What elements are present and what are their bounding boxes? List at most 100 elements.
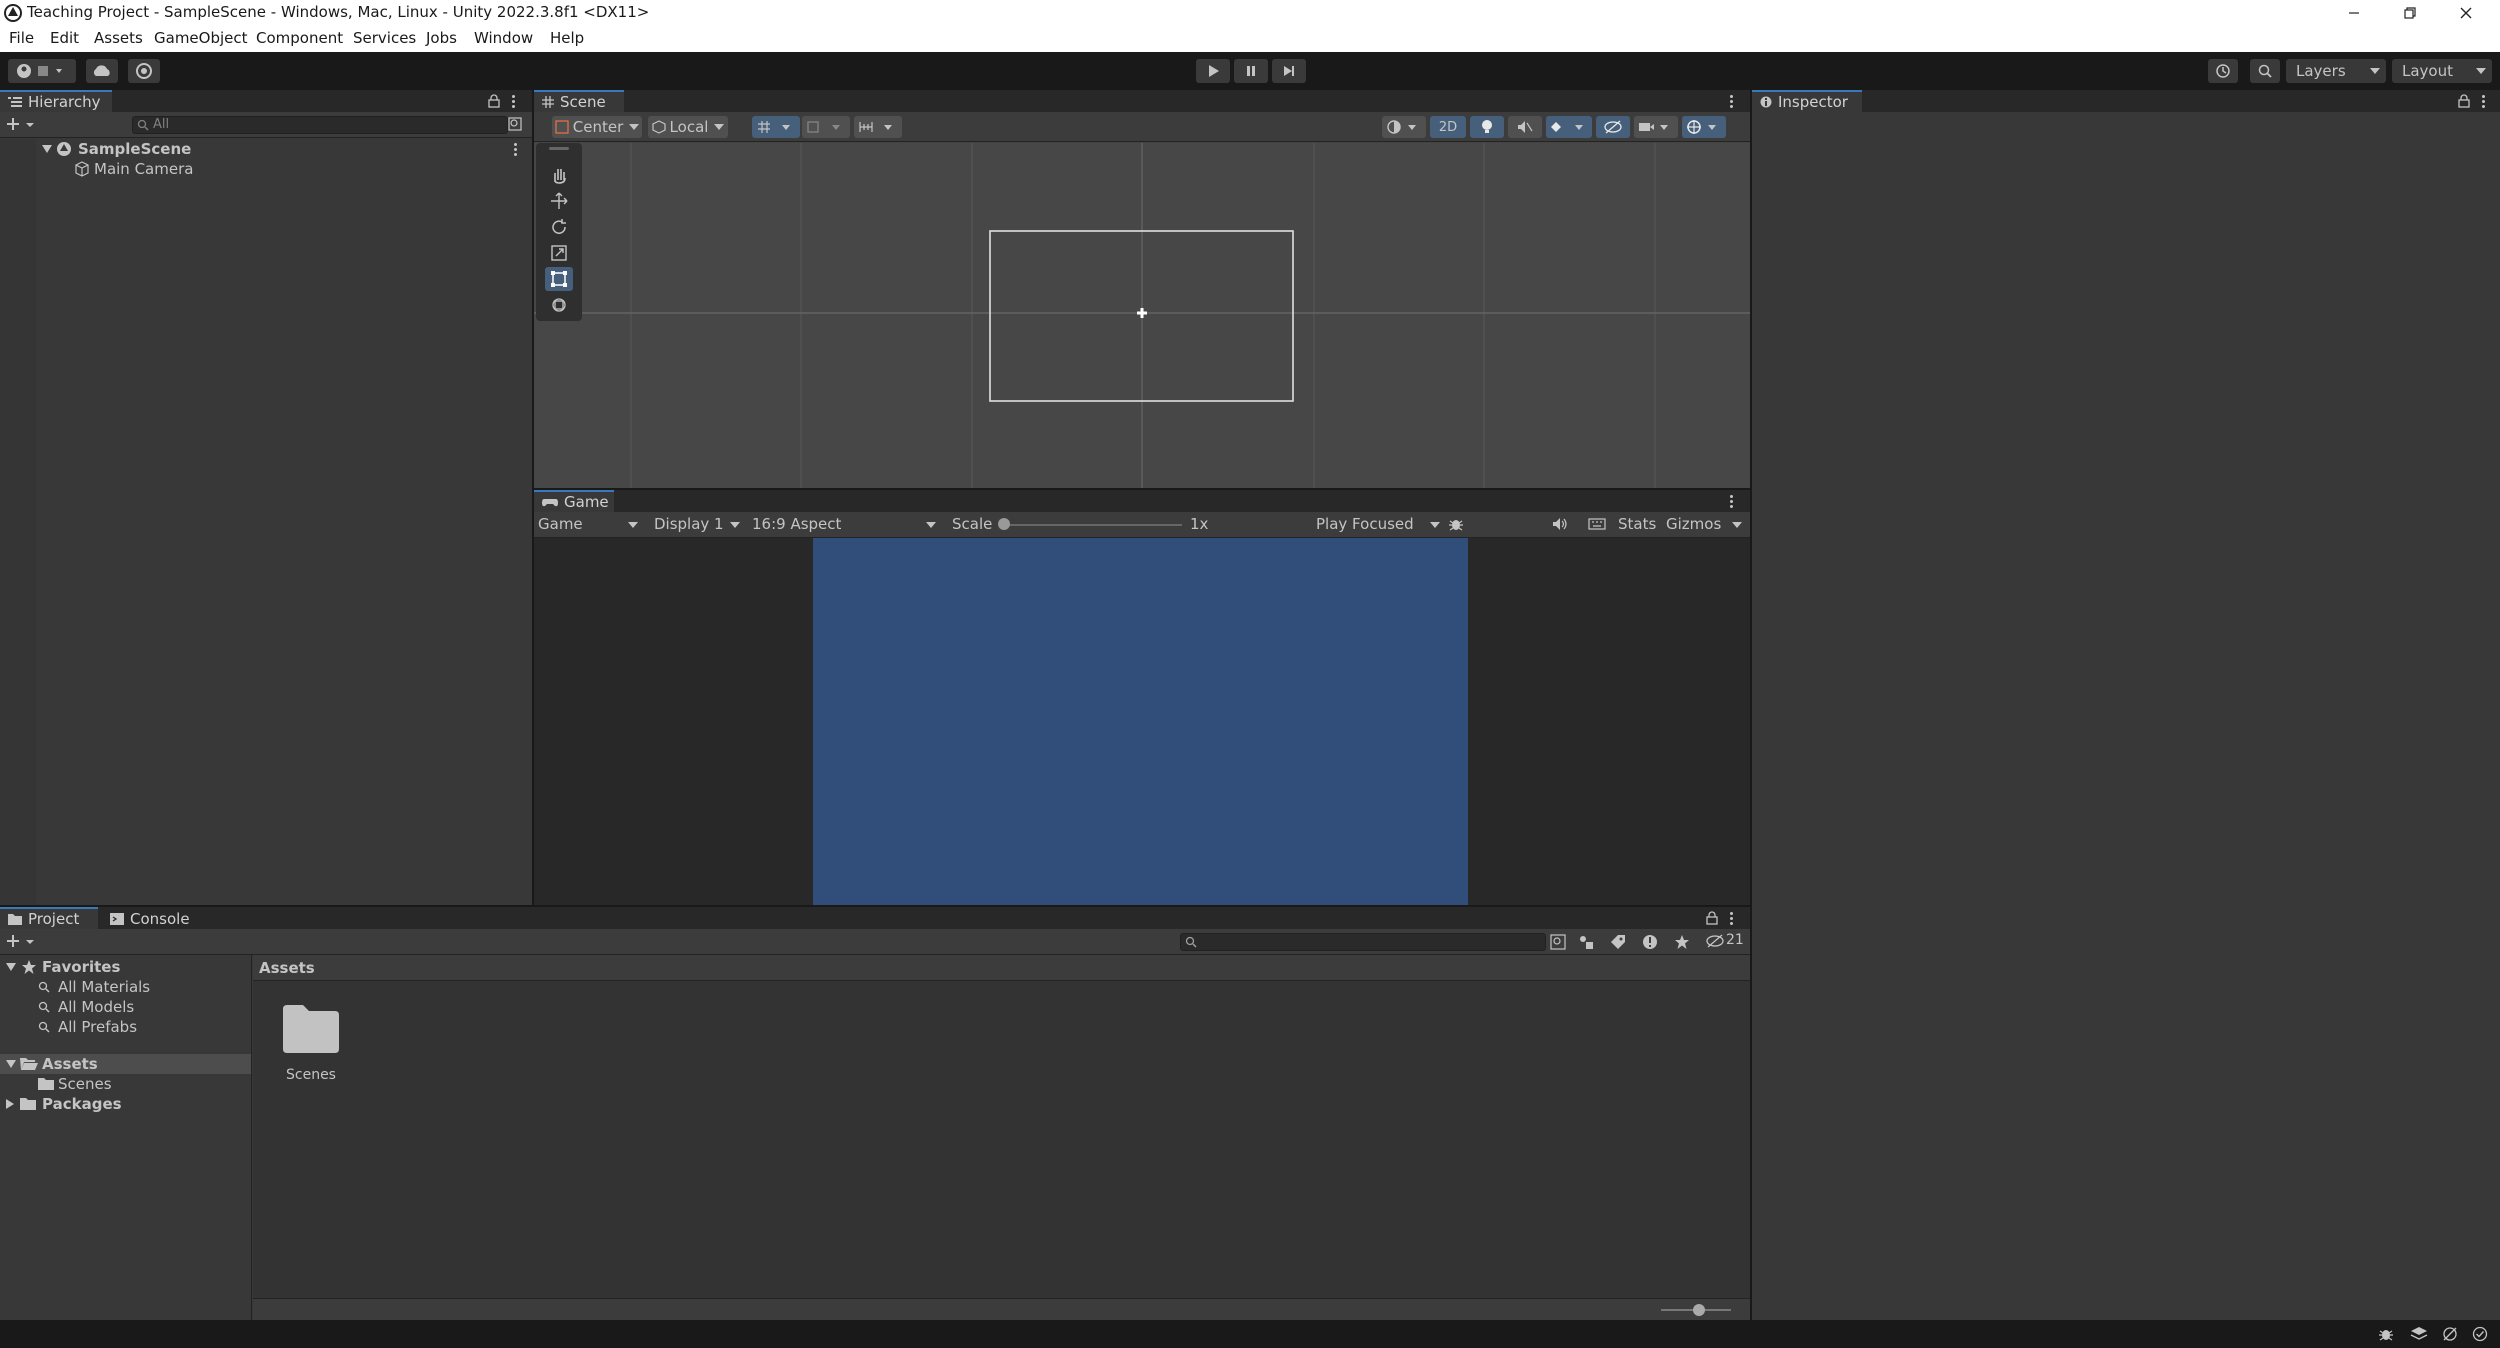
asset-item-scenes[interactable]: Scenes <box>273 995 373 1085</box>
tree-row-favorite[interactable]: All Models <box>0 997 251 1017</box>
project-search-input[interactable] <box>1180 933 1546 951</box>
menu-services[interactable]: Services <box>353 29 416 47</box>
scale-tool-icon[interactable] <box>545 241 573 265</box>
tree-row-packages[interactable]: Packages <box>0 1094 251 1114</box>
expand-arrow-icon[interactable] <box>6 1060 16 1068</box>
tab-scene[interactable]: Scene <box>534 90 624 112</box>
hidden-packages-icon[interactable] <box>1706 934 1724 948</box>
kebab-menu-icon[interactable] <box>514 143 518 156</box>
menu-edit[interactable]: Edit <box>50 29 79 47</box>
play-mode-dropdown[interactable]: Play Focused <box>1316 515 1414 533</box>
create-add-button[interactable] <box>6 116 36 132</box>
tree-row-scene[interactable]: SampleScene <box>0 139 532 159</box>
kebab-menu-icon[interactable] <box>1730 912 1734 925</box>
aspect-dropdown[interactable]: 16:9 Aspect <box>752 515 841 533</box>
expand-arrow-icon[interactable] <box>42 145 52 153</box>
rotate-tool-icon[interactable] <box>545 215 573 239</box>
menu-assets[interactable]: Assets <box>94 29 143 47</box>
menu-help[interactable]: Help <box>550 29 584 47</box>
close-window-button[interactable] <box>2438 0 2494 26</box>
restore-button[interactable] <box>2382 0 2438 26</box>
gizmos-button[interactable]: Gizmos <box>1666 515 1721 533</box>
tree-row-scenes-folder[interactable]: Scenes <box>0 1074 251 1094</box>
move-tool-icon[interactable] <box>545 189 573 213</box>
menu-file[interactable]: File <box>9 29 34 47</box>
keyboard-shortcuts-icon[interactable] <box>1588 517 1606 531</box>
increment-snap-button[interactable] <box>854 116 902 138</box>
lock-icon[interactable] <box>2458 94 2470 108</box>
draw-mode-button[interactable] <box>1382 116 1426 138</box>
tree-row-favorite[interactable]: All Materials <box>0 977 251 997</box>
lock-icon[interactable] <box>1706 911 1718 925</box>
tab-console[interactable]: Console <box>102 907 202 929</box>
kebab-menu-icon[interactable] <box>1730 495 1734 508</box>
menu-window[interactable]: Window <box>474 29 533 47</box>
lock-icon[interactable] <box>488 94 500 108</box>
minimize-button[interactable] <box>2326 0 2382 26</box>
filter-by-type-icon[interactable] <box>1578 934 1594 950</box>
tree-row-favorite[interactable]: All Prefabs <box>0 1017 251 1037</box>
log-types-icon[interactable] <box>1642 934 1658 950</box>
menu-jobs[interactable]: Jobs <box>426 29 457 47</box>
cloud-icon[interactable] <box>86 59 118 83</box>
play-button[interactable] <box>1196 59 1230 83</box>
layers-dropdown[interactable]: Layers <box>2286 59 2386 83</box>
collab-icon[interactable] <box>128 59 160 83</box>
effects-dropdown-icon[interactable] <box>1546 116 1592 138</box>
hand-tool-icon[interactable] <box>545 163 573 187</box>
expand-arrow-icon[interactable] <box>6 963 16 971</box>
lighting-status-icon[interactable] <box>2442 1326 2458 1342</box>
mute-audio-icon[interactable] <box>1552 517 1568 531</box>
search-icon[interactable] <box>2250 59 2280 83</box>
scale-slider-handle[interactable] <box>998 518 1010 530</box>
scene-viewport[interactable] <box>534 143 1750 488</box>
audio-toggle-icon[interactable] <box>1508 116 1542 138</box>
rect-tool-icon[interactable] <box>545 267 573 291</box>
progress-layers-icon[interactable] <box>2410 1326 2428 1342</box>
pivot-center-dropdown[interactable]: Center <box>552 116 642 138</box>
game-viewport[interactable] <box>534 538 1750 905</box>
tab-game[interactable]: Game <box>534 490 614 512</box>
favorite-star-icon[interactable] <box>1674 934 1690 950</box>
tab-project[interactable]: Project <box>0 907 98 929</box>
breadcrumb-assets[interactable]: Assets <box>259 959 315 977</box>
tree-row-assets[interactable]: Assets <box>0 1054 251 1074</box>
menu-gameobject[interactable]: GameObject <box>154 29 248 47</box>
tab-inspector[interactable]: Inspector <box>1752 90 1862 112</box>
scene-visibility-icon[interactable] <box>508 117 522 131</box>
account-button[interactable] <box>8 59 76 83</box>
debug-bug-icon[interactable] <box>2378 1326 2394 1342</box>
stats-button[interactable]: Stats <box>1618 515 1656 533</box>
scale-slider-track[interactable] <box>1002 524 1182 526</box>
display-dropdown[interactable]: Display 1 <box>654 515 724 533</box>
icon-size-slider-handle[interactable] <box>1693 1304 1705 1316</box>
check-status-icon[interactable] <box>2472 1326 2488 1342</box>
grid-visibility-button[interactable] <box>802 116 850 138</box>
filter-by-label-icon[interactable] <box>1610 934 1626 950</box>
search-by-type-icon[interactable] <box>1550 934 1566 950</box>
game-render-area[interactable] <box>813 538 1468 905</box>
step-button[interactable] <box>1272 59 1306 83</box>
kebab-menu-icon[interactable] <box>1730 95 1734 108</box>
transform-tool-icon[interactable] <box>545 293 573 317</box>
hierarchy-search-input[interactable]: All <box>132 116 508 134</box>
tab-hierarchy[interactable]: Hierarchy <box>0 90 112 112</box>
layout-dropdown[interactable]: Layout <box>2392 59 2492 83</box>
game-view-dropdown[interactable]: Game <box>538 515 583 533</box>
lighting-toggle-icon[interactable] <box>1470 116 1504 138</box>
camera-settings-dropdown-icon[interactable] <box>1634 116 1678 138</box>
tree-row-favorites[interactable]: Favorites <box>0 957 251 977</box>
pause-button[interactable] <box>1234 59 1268 83</box>
tree-row-main-camera[interactable]: Main Camera <box>0 159 532 179</box>
undo-history-icon[interactable] <box>2208 59 2238 83</box>
space-local-dropdown[interactable]: Local <box>648 116 728 138</box>
kebab-menu-icon[interactable] <box>512 95 516 108</box>
palette-drag-handle[interactable] <box>549 147 569 150</box>
collapse-arrow-icon[interactable] <box>6 1099 14 1109</box>
grid-snap-button[interactable] <box>752 116 800 138</box>
scene-visibility-toggle-icon[interactable] <box>1596 116 1630 138</box>
kebab-menu-icon[interactable] <box>2482 95 2486 108</box>
menu-component[interactable]: Component <box>256 29 343 47</box>
gizmos-dropdown-icon[interactable] <box>1682 116 1726 138</box>
bug-icon[interactable] <box>1448 516 1464 532</box>
